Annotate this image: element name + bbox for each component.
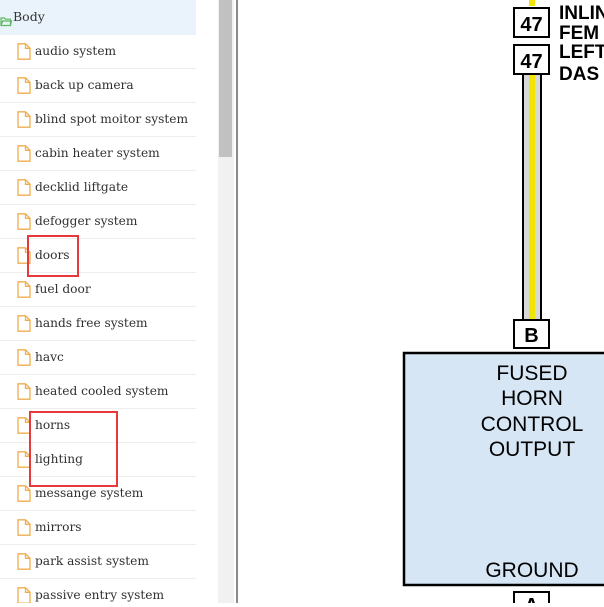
highlight-box-horns-lighting bbox=[29, 411, 118, 487]
tree-item-label: audio system bbox=[35, 44, 117, 58]
tree-folder-body[interactable]: Body bbox=[0, 0, 196, 35]
wiring-diagram: 47 INLIN FEM 47 LEFT DAS B FUSED HORN CO… bbox=[238, 0, 604, 607]
sidebar-tree: Body audio system back up camera blind spo… bbox=[0, 0, 218, 603]
connector-top-2: 47 bbox=[513, 44, 550, 75]
file-icon bbox=[17, 315, 31, 336]
tree-item-defogger-system[interactable]: defogger system bbox=[0, 205, 196, 239]
connector-top-1-label-line2: FEM bbox=[559, 23, 599, 44]
tree-item-decklid-liftgate[interactable]: decklid liftgate bbox=[0, 171, 196, 205]
connector-top-2-label-line2: DAS bbox=[559, 64, 599, 85]
tree-item-label: passive entry system bbox=[35, 588, 165, 602]
connector-top-1-label-line1: INLIN bbox=[559, 3, 604, 24]
file-icon bbox=[17, 179, 31, 200]
sidebar-scrollbar-thumb[interactable] bbox=[219, 0, 232, 157]
file-icon bbox=[17, 281, 31, 302]
tree-item-audio-system[interactable]: audio system bbox=[0, 35, 196, 69]
tree-item-fuel-door[interactable]: fuel door bbox=[0, 273, 196, 307]
tree-item-hands-free-system[interactable]: hands free system bbox=[0, 307, 196, 341]
wire-stub-top bbox=[529, 0, 535, 6]
tree-item-label: back up camera bbox=[35, 78, 134, 92]
connector-top-1: 47 bbox=[513, 7, 550, 38]
highlight-box-doors bbox=[27, 235, 79, 277]
connector-top-2-label-line1: LEFT bbox=[559, 42, 604, 63]
tree-item-passive-entry-system[interactable]: passive entry system bbox=[0, 579, 196, 603]
file-icon bbox=[17, 77, 31, 98]
tree-item-label: messange system bbox=[35, 486, 144, 500]
tree-item-label: defogger system bbox=[35, 214, 138, 228]
tree-item-label: decklid liftgate bbox=[35, 180, 129, 194]
file-icon bbox=[17, 43, 31, 64]
module-title-line1: FUSED bbox=[496, 362, 567, 385]
pin-b-label: B bbox=[524, 325, 538, 347]
fused-horn-control-module: FUSED HORN CONTROL OUTPUT GROUND bbox=[402, 351, 604, 587]
file-icon bbox=[17, 383, 31, 404]
tree-item-havc[interactable]: havc bbox=[0, 341, 196, 375]
tree-item-label: hands free system bbox=[35, 316, 148, 330]
tree-item-label: blind spot moitor system bbox=[35, 112, 189, 126]
file-icon bbox=[17, 213, 31, 234]
tree-item-park-assist-system[interactable]: park assist system bbox=[0, 545, 196, 579]
tree-item-blind-spot-moitor-system[interactable]: blind spot moitor system bbox=[0, 103, 196, 137]
tree-item-label: heated cooled system bbox=[35, 384, 169, 398]
tree-item-back-up-camera[interactable]: back up camera bbox=[0, 69, 196, 103]
pin-b-connector: B bbox=[513, 319, 550, 349]
tree-item-label: cabin heater system bbox=[35, 146, 160, 160]
tree-folder-label: Body bbox=[13, 9, 45, 24]
file-icon bbox=[17, 111, 31, 132]
tree-item-label: fuel door bbox=[35, 282, 91, 296]
tree-item-heated-cooled-system[interactable]: heated cooled system bbox=[0, 375, 196, 409]
file-icon bbox=[17, 519, 31, 540]
module-title-line3: CONTROL bbox=[481, 413, 584, 436]
pin-a-label: A bbox=[524, 595, 538, 603]
horn-wire bbox=[522, 75, 542, 320]
module-ground-label: GROUND bbox=[485, 559, 578, 582]
tree-item-label: mirrors bbox=[35, 520, 82, 534]
tree-item-mirrors[interactable]: mirrors bbox=[0, 511, 196, 545]
module-title-line2: HORN bbox=[501, 387, 563, 410]
connector-top-2-number: 47 bbox=[520, 51, 542, 73]
file-icon bbox=[17, 587, 31, 603]
tree-item-cabin-heater-system[interactable]: cabin heater system bbox=[0, 137, 196, 171]
folder-open-icon bbox=[0, 12, 13, 31]
file-icon bbox=[17, 349, 31, 370]
module-title-line4: OUTPUT bbox=[489, 438, 576, 461]
file-icon bbox=[17, 485, 31, 506]
tree-item-label: park assist system bbox=[35, 554, 149, 568]
connector-top-1-number: 47 bbox=[520, 14, 542, 36]
file-icon bbox=[17, 553, 31, 574]
tree-item-label: havc bbox=[35, 350, 64, 364]
pin-a-connector: A bbox=[513, 591, 550, 607]
file-icon bbox=[17, 145, 31, 166]
